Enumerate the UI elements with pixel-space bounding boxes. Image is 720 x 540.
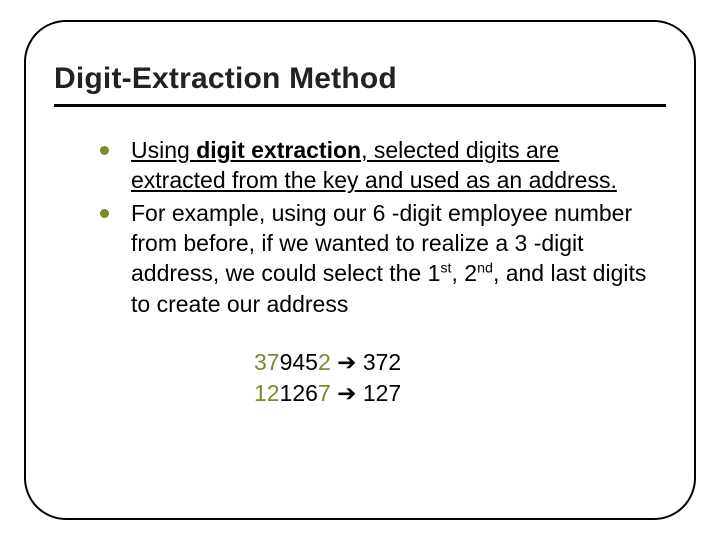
ex-result: 372 (363, 349, 401, 375)
arrow-icon: ➔ (337, 380, 356, 406)
ex-digit-highlight: 7 (267, 349, 280, 375)
bullet-term: digit extraction (196, 137, 361, 163)
bullet-pre: Using (131, 137, 196, 163)
ex-digit: 126 (280, 380, 318, 406)
slide-frame: Digit-Extraction Method Using digit extr… (24, 20, 696, 520)
list-item: For example, using our 6 -digit employee… (100, 198, 656, 319)
ex-digit-highlight: 2 (318, 349, 331, 375)
slide-title: Digit-Extraction Method (54, 62, 666, 107)
ordinal-sup: st (440, 261, 451, 277)
ordinal-sup: nd (477, 261, 493, 277)
bullet-dot-icon (100, 146, 109, 155)
example-line: 121267 ➔ 127 (254, 378, 666, 409)
example-block: 379452 ➔ 372 121267 ➔ 127 (254, 347, 666, 409)
bullet-segment: , 2 (452, 260, 478, 286)
slide-container: Digit-Extraction Method Using digit extr… (0, 0, 720, 540)
bullet-text: Using digit extraction, selected digits … (131, 135, 656, 196)
ex-digit: 945 (280, 349, 318, 375)
list-item: Using digit extraction, selected digits … (100, 135, 656, 196)
ex-digit-highlight: 3 (254, 349, 267, 375)
ex-result: 127 (363, 380, 401, 406)
bullet-dot-icon (100, 209, 109, 218)
bullet-list: Using digit extraction, selected digits … (100, 135, 656, 319)
ex-digit-highlight: 2 (267, 380, 280, 406)
example-line: 379452 ➔ 372 (254, 347, 666, 378)
arrow-icon: ➔ (337, 349, 356, 375)
bullet-text: For example, using our 6 -digit employee… (131, 198, 656, 319)
ex-digit-highlight: 7 (318, 380, 331, 406)
ex-digit-highlight: 1 (254, 380, 267, 406)
